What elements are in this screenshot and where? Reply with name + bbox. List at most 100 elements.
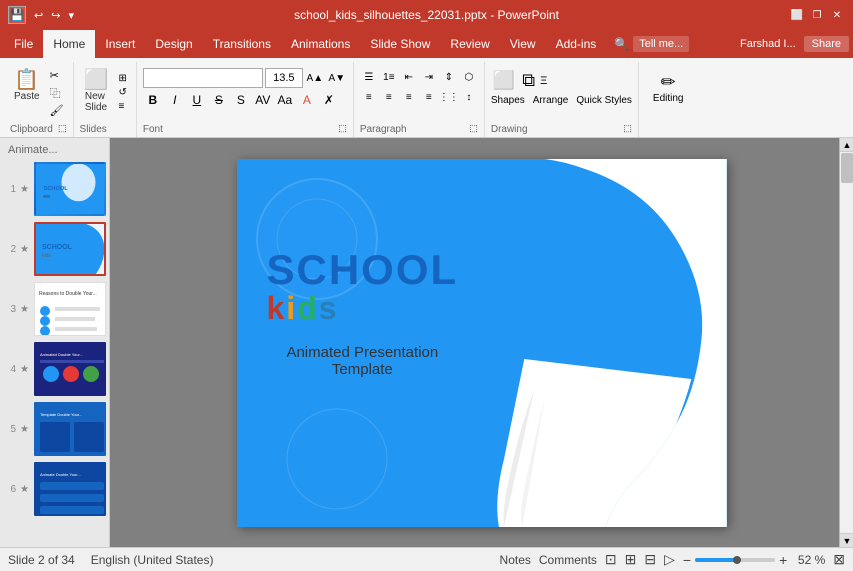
tell-me-input[interactable]: Tell me... — [633, 36, 689, 52]
zoom-handle[interactable] — [733, 556, 741, 564]
slides-label: Slides — [80, 124, 107, 135]
paragraph-section: ☰ 1≡ ⇤ ⇥ ⇕ ⬡ ≡ ≡ ≡ ≡ ⋮⋮ ↕ — [360, 64, 478, 106]
strikethrough-button[interactable]: S — [209, 90, 229, 110]
section-button[interactable]: ≡ — [115, 100, 129, 113]
scroll-thumb[interactable] — [841, 153, 853, 183]
svg-text:Animated Double Your...: Animated Double Your... — [40, 352, 83, 357]
columns[interactable]: ⋮⋮ — [440, 88, 458, 106]
comments-button[interactable]: Comments — [539, 553, 597, 567]
reset-button[interactable]: ↺ — [115, 86, 129, 99]
underline-button[interactable]: U — [187, 90, 207, 110]
font-name-input[interactable] — [143, 68, 263, 88]
slide-item-4[interactable]: 4 ★ Animated Double Your... — [4, 342, 105, 396]
slide-item-1[interactable]: 1 ★ SCHOOL kids — [4, 162, 105, 216]
align-left[interactable]: ≡ — [360, 88, 378, 106]
slideshow-button[interactable]: ▷ — [664, 551, 675, 568]
shadow-button[interactable]: S — [231, 90, 251, 110]
tab-design[interactable]: Design — [145, 30, 202, 58]
layout-button[interactable]: ⊞ — [115, 72, 129, 85]
slide-thumb-3[interactable]: Reasons to Double Your... — [34, 282, 106, 336]
editing-group: ✏ Editing — [639, 62, 698, 137]
cut-button[interactable]: ✂ — [47, 68, 67, 83]
slide-thumb-6[interactable]: Animate Double Your... — [34, 462, 106, 516]
convert-to-smartart[interactable]: ⬡ — [460, 68, 478, 86]
align-right[interactable]: ≡ — [400, 88, 418, 106]
scroll-down-button[interactable]: ▼ — [840, 533, 853, 547]
numbering-button[interactable]: 1≡ — [380, 68, 398, 86]
new-slide-button[interactable]: ⬜ NewSlide — [80, 68, 113, 115]
clipboard-group: 📋 Paste ✂ ⿻ 🖌 Clipboard ⬚ — [4, 62, 74, 137]
save-icon[interactable]: 💾 — [8, 6, 26, 24]
editing-button[interactable]: ✏ Editing — [645, 68, 692, 108]
increase-indent[interactable]: ⇥ — [420, 68, 438, 86]
text-direction[interactable]: ⇕ — [440, 68, 458, 86]
format-painter-button[interactable]: 🖌 — [47, 103, 67, 118]
share-button[interactable]: Share — [804, 36, 849, 52]
arrange-button[interactable]: ⧉ — [520, 68, 537, 93]
bold-button[interactable]: B — [143, 90, 163, 110]
tab-review[interactable]: Review — [440, 30, 499, 58]
font-group: 13.5 A▲ A▼ B I U S S AV Aa A ✗ Font ⬚ — [137, 62, 354, 137]
slide-item-6[interactable]: 6 ★ Animate Double Your... — [4, 462, 105, 516]
slide-thumb-5[interactable]: Template Double Your... — [34, 402, 106, 456]
scroll-up-button[interactable]: ▲ — [840, 138, 853, 152]
fit-slide-button[interactable]: ⊠ — [833, 551, 845, 568]
clear-format-button[interactable]: ✗ — [319, 90, 339, 110]
paragraph-expand[interactable]: ⬚ — [469, 123, 478, 134]
qa-dropdown[interactable]: ▾ — [66, 8, 76, 23]
zoom-plus-button[interactable]: + — [779, 552, 787, 568]
copy-button[interactable]: ⿻ — [47, 84, 67, 102]
slide-thumb-4[interactable]: Animated Double Your... — [34, 342, 106, 396]
normal-view-button[interactable]: ⊡ — [605, 551, 617, 568]
restore-button[interactable]: ❐ — [809, 7, 825, 23]
quick-styles-button[interactable]: Ξ — [540, 75, 547, 87]
tab-transitions[interactable]: Transitions — [203, 30, 281, 58]
tab-animations[interactable]: Animations — [281, 30, 360, 58]
redo-button[interactable]: ↪ — [49, 8, 62, 23]
font-size-input[interactable]: 13.5 — [265, 68, 303, 88]
italic-button[interactable]: I — [165, 90, 185, 110]
tab-home[interactable]: Home — [43, 30, 95, 58]
align-center[interactable]: ≡ — [380, 88, 398, 106]
char-spacing-button[interactable]: AV — [253, 90, 273, 110]
font-color-button[interactable]: A — [297, 90, 317, 110]
decrease-indent[interactable]: ⇤ — [400, 68, 418, 86]
tab-file[interactable]: File — [4, 30, 43, 58]
font-expand[interactable]: ⬚ — [338, 123, 347, 134]
zoom-minus-button[interactable]: − — [683, 552, 691, 568]
drawing-content: ⬜ ⧉ Ξ Shapes Arrange Quick Styles — [491, 64, 632, 122]
clipboard-expand[interactable]: ⬚ — [58, 123, 67, 134]
paste-button[interactable]: 📋 Paste — [10, 68, 44, 104]
slide-small-buttons: ⊞ ↺ ≡ — [115, 72, 129, 113]
tab-addins[interactable]: Add-ins — [546, 30, 607, 58]
slide-thumb-1[interactable]: SCHOOL kids — [34, 162, 106, 216]
user-name: Farshad I... — [740, 38, 796, 50]
bullets-button[interactable]: ☰ — [360, 68, 378, 86]
drawing-expand[interactable]: ⬚ — [623, 123, 632, 134]
slide-item-5[interactable]: 5 ★ Template Double Your... — [4, 402, 105, 456]
notes-button[interactable]: Notes — [500, 553, 531, 567]
zoom-level[interactable]: 52 % — [795, 553, 825, 567]
reading-view-button[interactable]: ⊟ — [644, 551, 656, 568]
slide-item-2[interactable]: 2 ★ SCHOOL kids — [4, 222, 105, 276]
slide-sorter-button[interactable]: ⊞ — [625, 551, 637, 568]
slide-item-3[interactable]: 3 ★ Reasons to Double Your... — [4, 282, 105, 336]
font-size-decrease[interactable]: A▼ — [327, 68, 347, 88]
font-case-button[interactable]: Aa — [275, 90, 295, 110]
slide-s: s — [319, 290, 339, 326]
shapes-button[interactable]: ⬜ — [491, 68, 517, 93]
undo-button[interactable]: ↩ — [32, 8, 45, 23]
line-spacing[interactable]: ↕ — [460, 88, 478, 106]
tab-view[interactable]: View — [500, 30, 546, 58]
font-size-increase[interactable]: A▲ — [305, 68, 325, 88]
close-button[interactable]: ✕ — [829, 7, 845, 23]
slide-thumb-2[interactable]: SCHOOL kids — [34, 222, 106, 276]
minimize-button[interactable]: ⬜ — [789, 7, 805, 23]
tab-insert[interactable]: Insert — [95, 30, 145, 58]
slide-star-2: ★ — [20, 244, 30, 255]
justify[interactable]: ≡ — [420, 88, 438, 106]
paste-label: Paste — [14, 91, 40, 102]
slide-num-6: 6 — [4, 484, 16, 495]
svg-text:kids: kids — [44, 195, 51, 199]
tab-slideshow[interactable]: Slide Show — [360, 30, 440, 58]
